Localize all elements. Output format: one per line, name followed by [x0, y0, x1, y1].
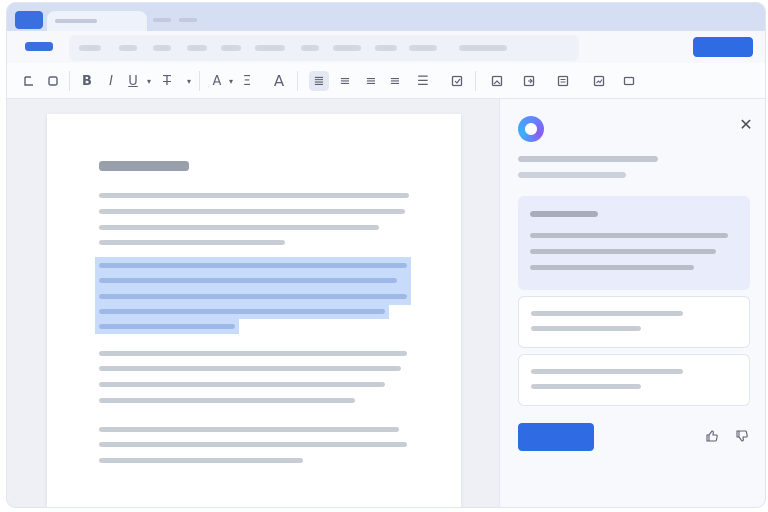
bold-icon[interactable]: B — [77, 71, 97, 91]
document-tab[interactable] — [47, 11, 147, 31]
menu-items — [69, 35, 579, 61]
menu-item[interactable] — [375, 45, 397, 51]
text-line — [99, 366, 401, 371]
menu-item[interactable] — [119, 45, 137, 51]
selected-text-line — [99, 263, 407, 268]
menu-item[interactable] — [301, 45, 319, 51]
align-justify-icon[interactable]: ≡ — [385, 71, 405, 91]
suggestion-text — [530, 265, 694, 270]
menu-item[interactable] — [255, 45, 285, 51]
text-line — [99, 351, 407, 356]
text-color-icon[interactable]: A — [269, 71, 289, 91]
menu-item[interactable] — [153, 45, 171, 51]
image-icon[interactable] — [487, 71, 507, 91]
text-line — [99, 442, 407, 447]
undo-icon[interactable] — [19, 71, 39, 91]
document-heading — [99, 161, 189, 171]
redo-icon[interactable] — [43, 71, 63, 91]
menu-item[interactable] — [409, 45, 437, 51]
assistant-panel: ✕ — [499, 99, 765, 507]
text-line — [99, 398, 355, 403]
text-line — [99, 225, 379, 230]
dropdown-icon[interactable]: ▾ — [139, 71, 159, 91]
checklist-icon[interactable] — [447, 71, 467, 91]
option-text — [531, 369, 683, 374]
more-icon[interactable] — [619, 71, 639, 91]
suggestion-card-primary[interactable] — [518, 196, 750, 290]
line-spacing-icon[interactable]: ☰ — [413, 71, 433, 91]
suggestion-card-option[interactable] — [518, 354, 750, 406]
panel-title — [518, 156, 658, 162]
thumbs-down-icon[interactable] — [732, 426, 752, 446]
suggestion-text — [530, 249, 716, 254]
menu-bar — [7, 31, 765, 63]
text-line — [99, 458, 303, 463]
selected-text-line — [99, 324, 235, 329]
italic-icon[interactable]: I — [101, 71, 121, 91]
align-left-icon[interactable]: ≣ — [309, 71, 329, 91]
text-line — [99, 382, 385, 387]
toolbar-divider — [69, 71, 70, 91]
menu-item[interactable] — [459, 45, 507, 51]
app-logo[interactable] — [15, 11, 43, 29]
option-text — [531, 384, 641, 389]
toolbar-divider — [297, 71, 298, 91]
text-line — [99, 427, 399, 432]
menu-item[interactable] — [333, 45, 361, 51]
option-text — [531, 326, 641, 331]
file-menu[interactable] — [25, 42, 53, 51]
app-window: B I U ▾ T ▾ A ▾ Ξ A ≣ ≡ ≡ ≡ ☰ ✕ — [6, 2, 766, 508]
toolbar-divider — [475, 71, 476, 91]
dropdown-icon[interactable]: ▾ — [179, 71, 199, 91]
panel-subtitle — [518, 172, 626, 178]
assistant-logo-icon — [518, 116, 544, 142]
menu-item[interactable] — [187, 45, 207, 51]
document-canvas — [7, 99, 499, 507]
selected-text-line — [99, 309, 385, 314]
selected-text-line — [99, 278, 397, 283]
align-right-icon[interactable]: ≡ — [361, 71, 381, 91]
strikethrough-icon[interactable]: T — [157, 71, 177, 91]
text-line — [99, 193, 409, 198]
insert-button[interactable] — [518, 423, 594, 451]
title-bar — [7, 3, 765, 31]
thumbs-up-icon[interactable] — [702, 426, 722, 446]
menu-item[interactable] — [221, 45, 241, 51]
link-icon[interactable] — [519, 71, 539, 91]
option-text — [531, 311, 683, 316]
title-placeholder — [179, 18, 197, 22]
text-line — [99, 240, 285, 245]
formatting-toolbar: B I U ▾ T ▾ A ▾ Ξ A ≣ ≡ ≡ ≡ ☰ — [7, 63, 765, 99]
menu-item[interactable] — [79, 45, 101, 51]
toolbar-divider — [199, 71, 200, 91]
align-center-icon[interactable]: ≡ — [335, 71, 355, 91]
text-line — [99, 209, 405, 214]
highlight-icon[interactable]: Ξ — [237, 71, 257, 91]
share-button[interactable] — [693, 37, 753, 57]
suggestion-title — [530, 211, 598, 217]
close-icon[interactable]: ✕ — [736, 114, 756, 134]
selected-text-line — [99, 294, 407, 299]
title-placeholder — [153, 18, 171, 22]
suggestion-card-option[interactable] — [518, 296, 750, 348]
chart-icon[interactable] — [589, 71, 609, 91]
document-page[interactable] — [47, 114, 461, 507]
comment-icon[interactable] — [553, 71, 573, 91]
suggestion-text — [530, 233, 728, 238]
